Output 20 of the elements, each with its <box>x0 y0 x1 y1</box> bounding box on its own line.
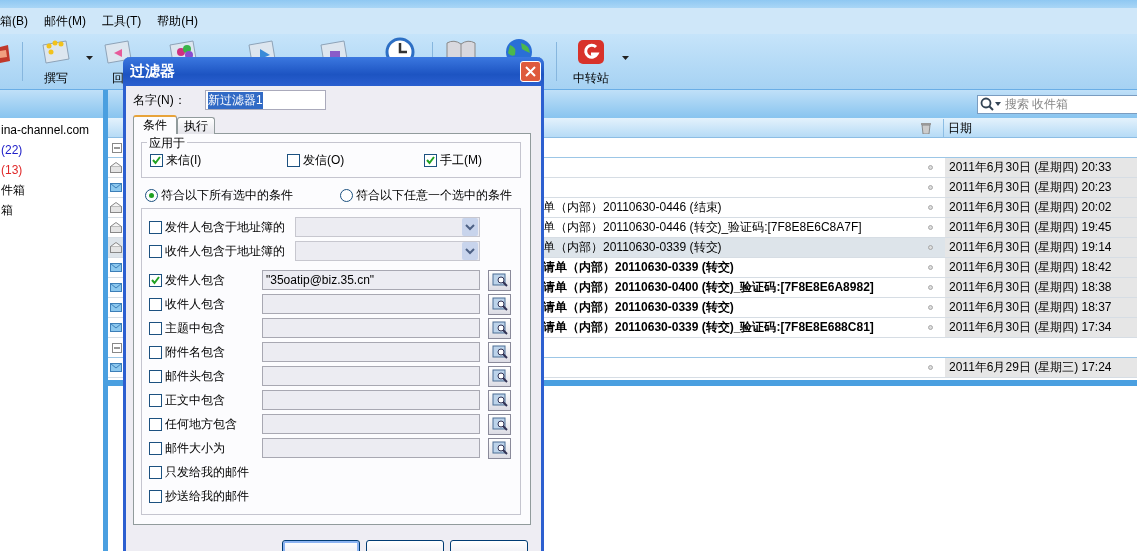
subject-text: 单（内部）20110630-0339 (转交) <box>543 240 722 254</box>
date-cell: 2011年6月30日 (星期四) 18:37 <box>945 298 1137 317</box>
subject-text: 单（内部）20110630-0446 (结束) <box>543 200 722 214</box>
subject-text: 单（内部）20110630-0446 (转交)_验证码:[7F8E8E6C8A7F] <box>543 220 862 234</box>
group-title: 应用于 <box>147 135 187 152</box>
dialog-title: 过滤器 <box>130 62 175 81</box>
date-cell: 2011年6月29日 (星期三) 17:24 <box>945 358 1137 377</box>
date-cell: 2011年6月30日 (星期四) 18:38 <box>945 278 1137 297</box>
date-cell: 2011年6月30日 (星期四) 20:23 <box>945 178 1137 197</box>
subject-text: 请单（内部）20110630-0339 (转交)_验证码:[7F8E8E688C81] <box>543 320 874 334</box>
field-label: 名字(N)： <box>133 91 187 109</box>
subject-text: 请单（内部）20110630-0400 (转交)_验证码:[7F8E8E6A8982] <box>543 280 874 294</box>
date-cell: 2011年6月30日 (星期四) 19:14 <box>945 238 1137 257</box>
subject-text: 请单（内部）20110630-0339 (转交) <box>543 300 734 314</box>
date-cell: 2011年6月30日 (星期四) 19:45 <box>945 218 1137 237</box>
date-cell: 2011年6月30日 (星期四) 17:34 <box>945 318 1137 337</box>
date-cell: 2011年6月30日 (星期四) 18:42 <box>945 258 1137 277</box>
subject-text: 请单（内部）20110630-0339 (转交) <box>543 260 734 274</box>
date-cell: 2011年6月30日 (星期四) 20:02 <box>945 198 1137 217</box>
date-cell: 2011年6月30日 (星期四) 20:33 <box>945 158 1137 177</box>
